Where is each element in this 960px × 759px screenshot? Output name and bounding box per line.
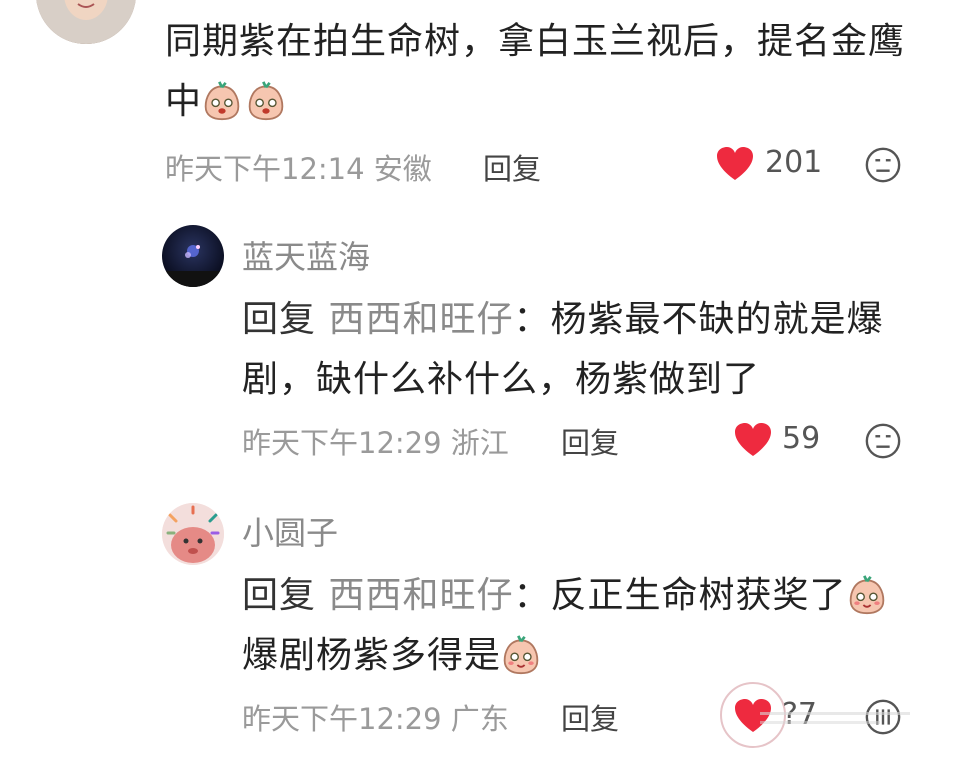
smiley-icon[interactable] <box>864 146 904 186</box>
heart-icon[interactable] <box>715 146 755 182</box>
commenter-avatar[interactable] <box>36 0 136 44</box>
crying-emoji <box>246 80 290 124</box>
reply-button[interactable]: 回复 <box>483 146 541 188</box>
reply-prefix: 回复 <box>242 575 317 616</box>
reply-text-line1: 反正生命树获奖了 <box>550 575 847 616</box>
like-count: 201 <box>765 145 823 180</box>
reply-avatar[interactable] <box>162 503 224 565</box>
reply-target-user[interactable]: 西西和旺仔 <box>328 575 513 616</box>
reply-button[interactable]: 回复 <box>561 420 619 462</box>
avatar-image <box>162 225 224 287</box>
reply-target-user[interactable]: 西西和旺仔 <box>328 299 513 340</box>
crying-emoji <box>202 80 246 124</box>
reply-text-line2: 爆剧杨紫多得是 <box>242 635 502 676</box>
reply-prefix: 回复 <box>242 299 317 340</box>
reply-meta: 昨天下午12:29 广东 <box>242 702 509 736</box>
reply-text: 回复 西西和旺仔：反正生命树获奖了 爆剧杨紫多得是 <box>242 566 922 686</box>
avatar-image <box>36 0 136 44</box>
reply-text-line1: 杨紫最不缺的就是爆 <box>550 299 884 340</box>
reply-username[interactable]: 蓝天蓝海 <box>242 232 370 278</box>
watermark <box>760 712 910 724</box>
reply-text-line2: 剧，缺什么补什么，杨紫做到了 <box>242 359 761 400</box>
heart-icon[interactable] <box>733 422 773 458</box>
comment-meta: 昨天下午12:14 安徽 <box>165 152 432 186</box>
comment-text-line1: 同期紫在拍生命树，拿白玉兰视后，提名金鹰 <box>165 21 906 62</box>
comment-text: 同期紫在拍生命树，拿白玉兰视后，提名金鹰 中 <box>165 12 925 132</box>
blush-emoji <box>847 574 891 618</box>
reply-username[interactable]: 小圆子 <box>242 508 338 554</box>
like-count: 59 <box>782 421 821 456</box>
blush-emoji <box>501 634 545 678</box>
reply-text: 回复 西西和旺仔：杨紫最不缺的就是爆 剧，缺什么补什么，杨紫做到了 <box>242 290 922 410</box>
smiley-icon[interactable] <box>864 422 904 462</box>
comment-text-line2: 中 <box>165 81 203 122</box>
reply-avatar[interactable] <box>162 225 224 287</box>
avatar-image <box>162 503 224 565</box>
reply-meta: 昨天下午12:29 浙江 <box>242 426 509 460</box>
reply-button[interactable]: 回复 <box>561 696 619 738</box>
